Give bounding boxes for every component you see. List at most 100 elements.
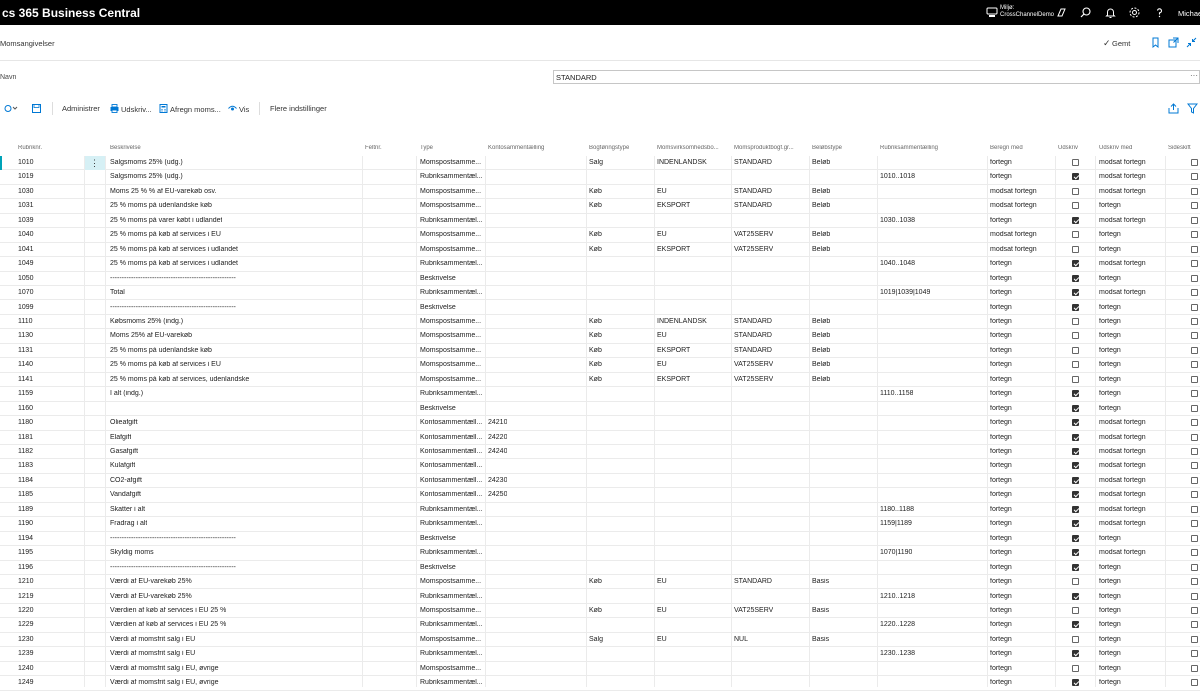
table-row[interactable]: 1195 Skyldig moms Rubriksammentæl... 1070|1… bbox=[0, 546, 1200, 561]
col-rubriksammentaelling-cell[interactable]: 1180..1188 bbox=[880, 506, 914, 513]
col-bogfoeringstype-cell[interactable]: Køb bbox=[589, 188, 602, 195]
table-row[interactable]: 1181 Elafgift Kontosammentæll... 24220 forte… bbox=[0, 431, 1200, 445]
col-beskrivelse-cell[interactable]: 25 % moms på udenlandske køb bbox=[110, 347, 212, 354]
page-break-checkbox[interactable] bbox=[1191, 419, 1198, 427]
save-view-button[interactable] bbox=[32, 104, 43, 114]
col-momsvirksomhed-cell[interactable]: INDENLANDSK bbox=[657, 159, 707, 166]
col-rubriknr-cell[interactable]: 1131 bbox=[18, 347, 33, 354]
page-break-checkbox[interactable] bbox=[1191, 476, 1198, 484]
col-type-cell[interactable]: Rubriksammentæl... bbox=[420, 621, 483, 628]
col-rubriknr-cell[interactable]: 1141 bbox=[18, 376, 33, 383]
gear-icon[interactable] bbox=[1128, 6, 1141, 19]
page-break-checkbox[interactable] bbox=[1191, 563, 1198, 571]
col-momsvirksomhed-cell[interactable]: EU bbox=[657, 361, 667, 368]
col-beregn-med-cell[interactable]: fortegn bbox=[990, 665, 1012, 672]
col-bogfoeringstype-cell[interactable]: Køb bbox=[589, 332, 602, 339]
col-beskrivelse-cell[interactable]: Elafgift bbox=[110, 434, 131, 441]
col-beregn-med-cell[interactable]: fortegn bbox=[990, 636, 1012, 643]
col-udskriv-med-cell[interactable]: modsat fortegn bbox=[1099, 260, 1146, 267]
col-type-cell[interactable]: Momspostsamme... bbox=[420, 665, 481, 672]
col-rubriknr-cell[interactable]: 1183 bbox=[18, 462, 33, 469]
col-udskriv-med-cell[interactable]: modsat fortegn bbox=[1099, 217, 1146, 224]
col-beskrivelse-cell[interactable]: Moms 25 % % af EU-varekøb osv. bbox=[110, 188, 216, 195]
col-feltnr-header[interactable]: Feltnr. bbox=[365, 145, 382, 151]
col-beregn-med-header[interactable]: Beregn med bbox=[990, 145, 1023, 151]
print-checkbox[interactable] bbox=[1072, 317, 1079, 325]
print-checkbox[interactable] bbox=[1072, 404, 1079, 412]
col-beloebstype-cell[interactable]: Basis bbox=[812, 578, 829, 585]
col-udskriv-med-cell[interactable]: fortegn bbox=[1099, 318, 1121, 325]
col-beregn-med-cell[interactable]: fortegn bbox=[990, 376, 1012, 383]
page-break-checkbox[interactable] bbox=[1191, 433, 1198, 441]
col-beskrivelse-cell[interactable]: 25 % moms på køb af services i udlandet bbox=[110, 260, 238, 267]
table-row[interactable]: 1019 Salgsmoms 25% (udg.) Rubriksammentæl.… bbox=[0, 170, 1200, 185]
col-momsvirksomhed-cell[interactable]: EU bbox=[657, 188, 667, 195]
col-udskriv-med-cell[interactable]: modsat fortegn bbox=[1099, 289, 1146, 296]
col-udskriv-med-cell[interactable]: fortegn bbox=[1099, 650, 1121, 657]
print-checkbox[interactable] bbox=[1072, 433, 1079, 441]
col-beloebstype-cell[interactable]: Beløb bbox=[812, 188, 830, 195]
col-beregn-med-cell[interactable]: fortegn bbox=[990, 607, 1012, 614]
table-row[interactable]: 1040 25 % moms på køb af services i EU Mom… bbox=[0, 228, 1200, 243]
page-break-checkbox[interactable] bbox=[1191, 274, 1198, 282]
col-type-header[interactable]: Type bbox=[420, 145, 433, 151]
col-type-cell[interactable]: Rubriksammentæl... bbox=[420, 520, 483, 527]
col-rubriknr-cell[interactable]: 1210 bbox=[18, 578, 34, 585]
col-rubriknr-cell[interactable]: 1160 bbox=[18, 405, 33, 412]
col-beskrivelse-cell[interactable]: 25 % moms på køb af services i EU bbox=[110, 231, 221, 238]
col-beregn-med-cell[interactable]: fortegn bbox=[990, 462, 1012, 469]
print-checkbox[interactable] bbox=[1072, 476, 1079, 484]
table-row[interactable]: 1183 Kulafgift Kontosammentæll... fortegn mo… bbox=[0, 459, 1200, 474]
col-momsprodukt-cell[interactable]: STANDARD bbox=[734, 202, 772, 209]
col-type-cell[interactable]: Beskrivelse bbox=[420, 405, 456, 412]
col-rubriknr-cell[interactable]: 1196 bbox=[18, 564, 33, 571]
print-checkbox[interactable] bbox=[1072, 216, 1079, 224]
col-beskrivelse-cell[interactable]: Købsmoms 25% (indg.) bbox=[110, 318, 183, 325]
col-beskrivelse-cell[interactable]: Værdi af EU-varekøb 25% bbox=[110, 593, 192, 600]
row-actions-button[interactable]: ⋮ bbox=[84, 156, 105, 170]
administrer-button[interactable]: Administrer bbox=[62, 104, 100, 113]
table-row[interactable]: 1041 25 % moms på køb af services i udlan… bbox=[0, 243, 1200, 258]
col-type-cell[interactable]: Rubriksammentæl... bbox=[420, 679, 483, 686]
col-type-cell[interactable]: Rubriksammentæl... bbox=[420, 549, 483, 556]
page-break-checkbox[interactable] bbox=[1191, 159, 1198, 166]
col-kontosammentaelling-cell[interactable]: 24220 bbox=[488, 434, 507, 441]
col-beregn-med-cell[interactable]: fortegn bbox=[990, 434, 1012, 441]
col-momsprodukt-cell[interactable]: STANDARD bbox=[734, 318, 772, 325]
col-type-cell[interactable]: Rubriksammentæl... bbox=[420, 289, 483, 296]
col-momsprodukt-cell[interactable]: STANDARD bbox=[734, 578, 772, 585]
print-checkbox[interactable] bbox=[1072, 159, 1079, 166]
col-rubriknr-cell[interactable]: 1070 bbox=[18, 289, 34, 296]
col-beskrivelse-header[interactable]: Beskrivelse bbox=[110, 145, 141, 151]
col-beskrivelse-cell[interactable]: Værdi af momsfrit salg i EU, øvrige bbox=[110, 679, 219, 686]
col-momsvirksomhed-cell[interactable]: EKSPORT bbox=[657, 202, 690, 209]
col-beregn-med-cell[interactable]: fortegn bbox=[990, 621, 1012, 628]
col-udskriv-med-cell[interactable]: fortegn bbox=[1099, 607, 1121, 614]
collapse-icon[interactable] bbox=[1186, 37, 1197, 48]
col-udskriv-med-cell[interactable]: modsat fortegn bbox=[1099, 448, 1146, 455]
print-checkbox[interactable] bbox=[1072, 361, 1079, 369]
table-row[interactable]: 1099 ------------------------------------… bbox=[0, 301, 1200, 315]
col-beregn-med-cell[interactable]: fortegn bbox=[990, 448, 1012, 455]
col-momsvirksomhed-cell[interactable]: INDENLANDSK bbox=[657, 318, 707, 325]
col-rubriknr-cell[interactable]: 1099 bbox=[18, 304, 34, 311]
col-rubriksammentaelling-cell[interactable]: 1220..1228 bbox=[880, 621, 915, 628]
col-rubriknr-header[interactable]: Rubriknr. bbox=[18, 145, 42, 151]
col-udskriv-med-cell[interactable]: modsat fortegn bbox=[1099, 419, 1146, 426]
col-momsprodukt-cell[interactable]: VAT25SERV bbox=[734, 231, 773, 238]
col-beregn-med-cell[interactable]: fortegn bbox=[990, 347, 1012, 354]
col-bogfoeringstype-cell[interactable]: Køb bbox=[589, 607, 602, 614]
col-type-cell[interactable]: Momspostsamme... bbox=[420, 318, 481, 325]
page-break-checkbox[interactable] bbox=[1191, 650, 1198, 658]
col-beskrivelse-cell[interactable]: Fradrag i alt bbox=[110, 520, 147, 527]
col-beskrivelse-cell[interactable]: 25 % moms på køb af services, udenlandsk… bbox=[110, 376, 249, 383]
col-beskrivelse-cell[interactable]: Værdi af EU-varekøb 25% bbox=[110, 578, 192, 585]
table-row[interactable]: 1110 Købsmoms 25% (indg.) Momspostsamme...… bbox=[0, 315, 1200, 330]
table-row[interactable]: 1039 25 % moms på varer købt i udlandet Ru… bbox=[0, 214, 1200, 229]
page-break-checkbox[interactable] bbox=[1191, 404, 1198, 412]
col-udskriv-med-cell[interactable]: fortegn bbox=[1099, 621, 1121, 628]
col-bogfoeringstype-cell[interactable]: Køb bbox=[589, 231, 602, 238]
col-bogfoeringstype-cell[interactable]: Køb bbox=[589, 361, 602, 368]
print-checkbox[interactable] bbox=[1072, 664, 1079, 672]
col-udskriv-med-cell[interactable]: modsat fortegn bbox=[1099, 520, 1146, 527]
